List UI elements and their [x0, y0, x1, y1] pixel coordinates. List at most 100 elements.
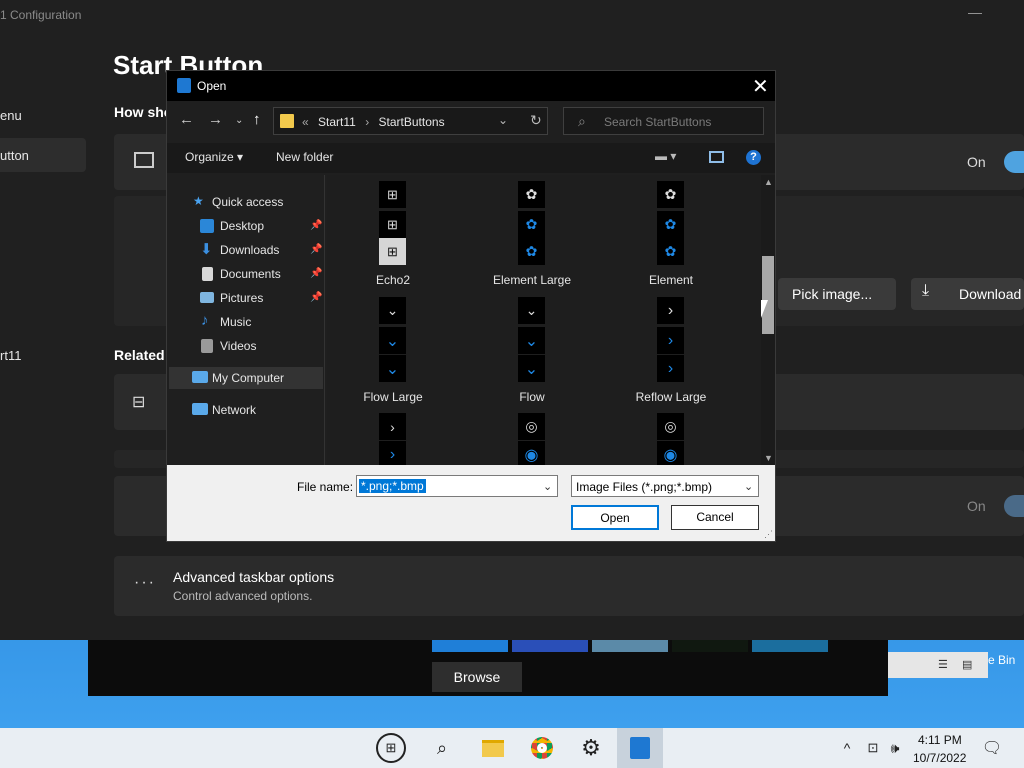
address-bar[interactable]: « Start11 › StartButtons ⌄ ↻	[273, 107, 548, 135]
file-flow[interactable]: Flow	[472, 390, 592, 404]
nav-item-start-menu[interactable]: enu	[0, 108, 22, 123]
scroll-down-icon[interactable]: ▼	[764, 453, 773, 463]
up-arrow-icon[interactable]: ↑	[253, 111, 261, 128]
custom-image-toggle[interactable]	[1004, 151, 1024, 173]
scroll-up-icon[interactable]: ▲	[764, 177, 773, 187]
wallpaper-thumb[interactable]	[672, 640, 748, 652]
ring-preview-icon[interactable]: ◉	[518, 441, 545, 465]
reflow-preview-icon[interactable]: ›	[379, 413, 406, 440]
help-icon[interactable]: ?	[746, 150, 761, 165]
search-icon[interactable]: ⌕	[427, 733, 457, 763]
wallpaper-thumb[interactable]	[592, 640, 668, 652]
flow-preview-icon[interactable]: ⌄	[518, 297, 545, 324]
file-explorer-icon[interactable]	[478, 733, 508, 763]
flow-large-preview-icon[interactable]: ⌄	[379, 355, 406, 382]
chrome-icon[interactable]	[527, 733, 557, 763]
flow-large-preview-icon[interactable]: ⌄	[379, 297, 406, 324]
tree-documents[interactable]: Documents	[220, 267, 281, 281]
flow-preview-icon[interactable]: ⌄	[518, 327, 545, 354]
cancel-button[interactable]: Cancel	[671, 505, 759, 530]
element-preview-icon[interactable]: ✿	[657, 181, 684, 208]
address-overflow[interactable]: «	[302, 115, 309, 129]
clock-date[interactable]: 10/7/2022	[913, 751, 966, 765]
element-preview-icon[interactable]: ✿	[518, 211, 545, 238]
pin-icon[interactable]: 📌	[310, 220, 322, 231]
tree-downloads[interactable]: Downloads	[220, 243, 279, 257]
view-details-icon[interactable]: ☰	[938, 658, 948, 671]
music-icon: ♪	[201, 312, 209, 329]
nav-item-start11[interactable]: rt11	[0, 348, 21, 363]
file-list-scrollbar[interactable]: ▲ ▼	[761, 175, 775, 465]
flow-large-preview-icon[interactable]: ⌄	[379, 327, 406, 354]
notifications-icon[interactable]: 🗨	[977, 733, 1007, 763]
start-button-icon[interactable]: ⊞	[376, 733, 406, 763]
settings-gear-icon[interactable]: ⚙	[576, 733, 606, 763]
file-reflow-large[interactable]: Reflow Large	[611, 390, 731, 404]
view-tiles-icon[interactable]: ▤	[962, 658, 972, 671]
echo2-preview-icon[interactable]: ⊞	[379, 211, 406, 238]
forward-arrow-icon[interactable]: →	[208, 111, 223, 128]
tree-videos[interactable]: Videos	[220, 339, 256, 353]
address-dropdown-icon[interactable]: ⌄	[498, 113, 508, 127]
pin-icon[interactable]: 📌	[310, 268, 322, 279]
element-preview-icon[interactable]: ✿	[657, 238, 684, 265]
dialog-titlebar[interactable]: Open ✕	[167, 71, 775, 101]
ring-preview-icon[interactable]: ◎	[657, 413, 684, 440]
recycle-bin-label[interactable]: e Bin	[988, 653, 1015, 667]
browse-button[interactable]: Browse	[432, 662, 522, 692]
ring-preview-icon[interactable]: ◎	[518, 413, 545, 440]
tree-my-computer[interactable]: My Computer	[212, 371, 284, 385]
element-preview-icon[interactable]: ✿	[518, 238, 545, 265]
related-toggle[interactable]	[1004, 495, 1024, 517]
pick-image-button[interactable]: Pick image...	[778, 278, 896, 310]
echo2-preview-icon[interactable]: ⊞	[379, 181, 406, 208]
nav-item-start-button[interactable]: utton	[0, 148, 29, 163]
recent-chevron-icon[interactable]: ⌄	[235, 115, 243, 126]
file-flow-large[interactable]: Flow Large	[333, 390, 453, 404]
element-preview-icon[interactable]: ✿	[518, 181, 545, 208]
ring-preview-icon[interactable]: ◉	[657, 441, 684, 465]
file-name-dropdown-icon[interactable]: ⌄	[543, 480, 552, 493]
tree-music[interactable]: Music	[220, 315, 251, 329]
crumb-start11[interactable]: Start11	[318, 115, 356, 129]
reflow-large-preview-icon[interactable]: ›	[657, 355, 684, 382]
echo2-preview-icon[interactable]: ⊞	[379, 238, 406, 265]
wallpaper-thumb[interactable]	[752, 640, 828, 652]
start11-icon[interactable]	[625, 733, 655, 763]
flow-preview-icon[interactable]: ⌄	[518, 355, 545, 382]
volume-icon[interactable]: 🕪	[880, 733, 910, 763]
file-name-input[interactable]: *.png;*.bmp ⌄	[356, 475, 558, 497]
open-button[interactable]: Open	[571, 505, 659, 530]
refresh-icon[interactable]: ↻	[530, 112, 542, 129]
clock-time[interactable]: 4:11 PM	[918, 733, 962, 747]
preview-pane-icon[interactable]	[709, 151, 724, 163]
reflow-large-preview-icon[interactable]: ›	[657, 297, 684, 324]
tree-quick-access[interactable]: Quick access	[212, 195, 283, 209]
tree-network[interactable]: Network	[212, 403, 256, 417]
reflow-preview-icon[interactable]: ›	[379, 441, 406, 465]
file-type-select[interactable]: Image Files (*.png;*.bmp) ⌄	[571, 475, 759, 497]
change-view-icon[interactable]: ▬ ▾	[655, 149, 676, 163]
pin-icon[interactable]: 📌	[310, 244, 322, 255]
pin-icon[interactable]: 📌	[310, 292, 322, 303]
crumb-startbuttons[interactable]: StartButtons	[379, 115, 445, 129]
close-icon[interactable]: ✕	[752, 74, 769, 99]
minimize-icon[interactable]: —	[968, 4, 982, 20]
file-element[interactable]: Element	[611, 273, 731, 287]
wallpaper-thumb[interactable]	[432, 640, 508, 652]
scrollbar-thumb[interactable]	[762, 256, 774, 334]
file-echo2[interactable]: Echo2	[333, 273, 453, 287]
search-box[interactable]: ⌕ Search StartButtons	[563, 107, 764, 135]
reflow-large-preview-icon[interactable]: ›	[657, 327, 684, 354]
tree-pictures[interactable]: Pictures	[220, 291, 263, 305]
new-folder-button[interactable]: New folder	[276, 150, 333, 164]
element-preview-icon[interactable]: ✿	[657, 211, 684, 238]
tree-desktop[interactable]: Desktop	[220, 219, 264, 233]
organize-button[interactable]: Organize ▾	[185, 150, 243, 164]
resize-grip-icon[interactable]: ⋰	[764, 529, 773, 540]
back-arrow-icon[interactable]: ←	[179, 111, 194, 128]
file-element-large[interactable]: Element Large	[472, 273, 592, 287]
advanced-taskbar-options[interactable]: ··· Advanced taskbar options Control adv…	[114, 556, 1024, 616]
section-heading: How sho	[114, 104, 173, 120]
wallpaper-thumb[interactable]	[512, 640, 588, 652]
